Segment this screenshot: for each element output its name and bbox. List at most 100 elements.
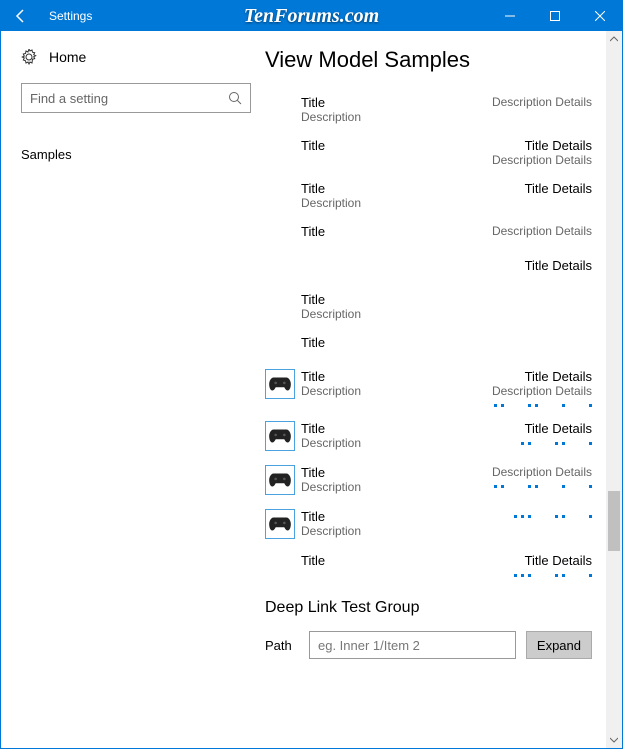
sample-text: TitleDescription — [301, 95, 442, 124]
sample-text: TitleDescription — [301, 181, 442, 210]
watermark: TenForums.com — [244, 5, 379, 28]
sample-icon — [265, 509, 295, 539]
sample-right: Description Details — [442, 224, 592, 238]
samples-list: TitleDescriptionDescription DetailsTitle… — [265, 91, 592, 587]
sample-title: Title — [301, 95, 442, 110]
sample-icon-wrap — [265, 465, 301, 495]
sample-title: Title — [301, 421, 442, 436]
sample-text: TitleDescription — [301, 292, 442, 321]
content-area: View Model Samples TitleDescriptionDescr… — [261, 31, 606, 748]
sample-icon-wrap — [265, 421, 301, 451]
rating-dots — [442, 485, 592, 488]
controller-icon — [267, 471, 293, 489]
sample-description: Description — [301, 110, 442, 124]
path-input[interactable]: eg. Inner 1/Item 2 — [309, 631, 516, 659]
sample-right — [442, 509, 592, 518]
minimize-icon — [505, 11, 515, 21]
maximize-icon — [550, 11, 560, 21]
page-title: View Model Samples — [265, 47, 592, 73]
sample-title: Title — [301, 335, 442, 350]
rating-dots — [442, 442, 592, 445]
sample-icon — [265, 465, 295, 495]
rating-dots — [442, 515, 592, 518]
chevron-up-icon — [610, 35, 618, 43]
sample-text: Title — [301, 335, 442, 350]
sample-text: Title — [301, 224, 442, 239]
sample-right: Title DetailsDescription Details — [442, 369, 592, 407]
sample-right: Title Details — [442, 553, 592, 577]
sample-row[interactable]: TitleDescriptionDescription Details — [265, 91, 592, 134]
sample-title-details: Title Details — [442, 138, 592, 153]
scroll-thumb[interactable] — [608, 491, 620, 551]
sample-description-details: Description Details — [442, 95, 592, 109]
gear-icon — [21, 49, 37, 65]
maximize-button[interactable] — [532, 1, 577, 31]
sample-right: Title Details — [442, 258, 592, 273]
sample-title: Title — [301, 181, 442, 196]
sample-text: TitleDescription — [301, 369, 442, 398]
minimize-button[interactable] — [487, 1, 532, 31]
search-icon — [228, 91, 242, 105]
sample-title-details: Title Details — [442, 369, 592, 384]
sample-row[interactable]: TitleDescriptionTitle DetailsDescription… — [265, 365, 592, 417]
sample-right: Title Details — [442, 421, 592, 445]
sample-row[interactable]: Title — [265, 331, 592, 365]
sample-description: Description — [301, 307, 442, 321]
sidebar-item-samples[interactable]: Samples — [21, 141, 241, 168]
rating-dots — [442, 574, 592, 577]
path-row: Path eg. Inner 1/Item 2 Expand — [265, 631, 592, 659]
sample-text: TitleDescription — [301, 421, 442, 450]
sample-icon-wrap — [265, 509, 301, 539]
rating-dots — [442, 404, 592, 407]
arrow-left-icon — [13, 8, 29, 24]
sample-row[interactable]: TitleDescription Details — [265, 220, 592, 254]
sample-right: Description Details — [442, 465, 592, 488]
chevron-down-icon — [610, 736, 618, 744]
controller-icon — [267, 515, 293, 533]
sample-row[interactable]: TitleTitle Details — [265, 549, 592, 587]
close-icon — [595, 11, 605, 21]
sample-description: Description — [301, 480, 442, 494]
sample-title: Title — [301, 369, 442, 384]
sample-row[interactable]: TitleDescriptionTitle Details — [265, 417, 592, 461]
sample-title: Title — [301, 138, 442, 153]
sample-title: Title — [301, 509, 442, 524]
path-placeholder: eg. Inner 1/Item 2 — [318, 638, 420, 653]
sample-title-details: Title Details — [442, 181, 592, 196]
sample-text: Title — [301, 553, 442, 568]
sample-row[interactable]: TitleDescriptionTitle Details — [265, 177, 592, 220]
sample-title-details: Title Details — [442, 421, 592, 436]
sample-right: Description Details — [442, 95, 592, 109]
sample-icon — [265, 369, 295, 399]
sample-text: TitleDescription — [301, 465, 442, 494]
scroll-up-button[interactable] — [606, 31, 622, 47]
sample-row[interactable]: TitleDescription — [265, 288, 592, 331]
sample-right: Title DetailsDescription Details — [442, 138, 592, 167]
window-controls — [487, 1, 622, 31]
sample-icon-wrap — [265, 369, 301, 399]
close-button[interactable] — [577, 1, 622, 31]
sample-title: Title — [301, 553, 442, 568]
sample-title-details: Title Details — [442, 258, 592, 273]
search-placeholder: Find a setting — [30, 91, 228, 106]
sample-description-details: Description Details — [442, 465, 592, 479]
sample-description: Description — [301, 436, 442, 450]
back-button[interactable] — [1, 1, 41, 31]
home-label: Home — [49, 49, 86, 65]
scroll-down-button[interactable] — [606, 732, 622, 748]
controller-icon — [267, 427, 293, 445]
sample-title-details: Title Details — [442, 553, 592, 568]
deep-link-group-title: Deep Link Test Group — [265, 599, 592, 617]
sample-row[interactable]: TitleTitle DetailsDescription Details — [265, 134, 592, 177]
sample-title: Title — [301, 292, 442, 307]
sidebar: Home Find a setting Samples — [1, 31, 261, 748]
sample-row[interactable]: TitleDescriptionDescription Details — [265, 461, 592, 505]
sample-row[interactable]: TitleDescription — [265, 505, 592, 549]
home-link[interactable]: Home — [21, 49, 241, 65]
sample-text: TitleDescription — [301, 509, 442, 538]
sample-row[interactable]: Title Details — [265, 254, 592, 288]
expand-button[interactable]: Expand — [526, 631, 592, 659]
scrollbar[interactable] — [606, 31, 622, 748]
sample-text: Title — [301, 138, 442, 153]
search-input[interactable]: Find a setting — [21, 83, 251, 113]
